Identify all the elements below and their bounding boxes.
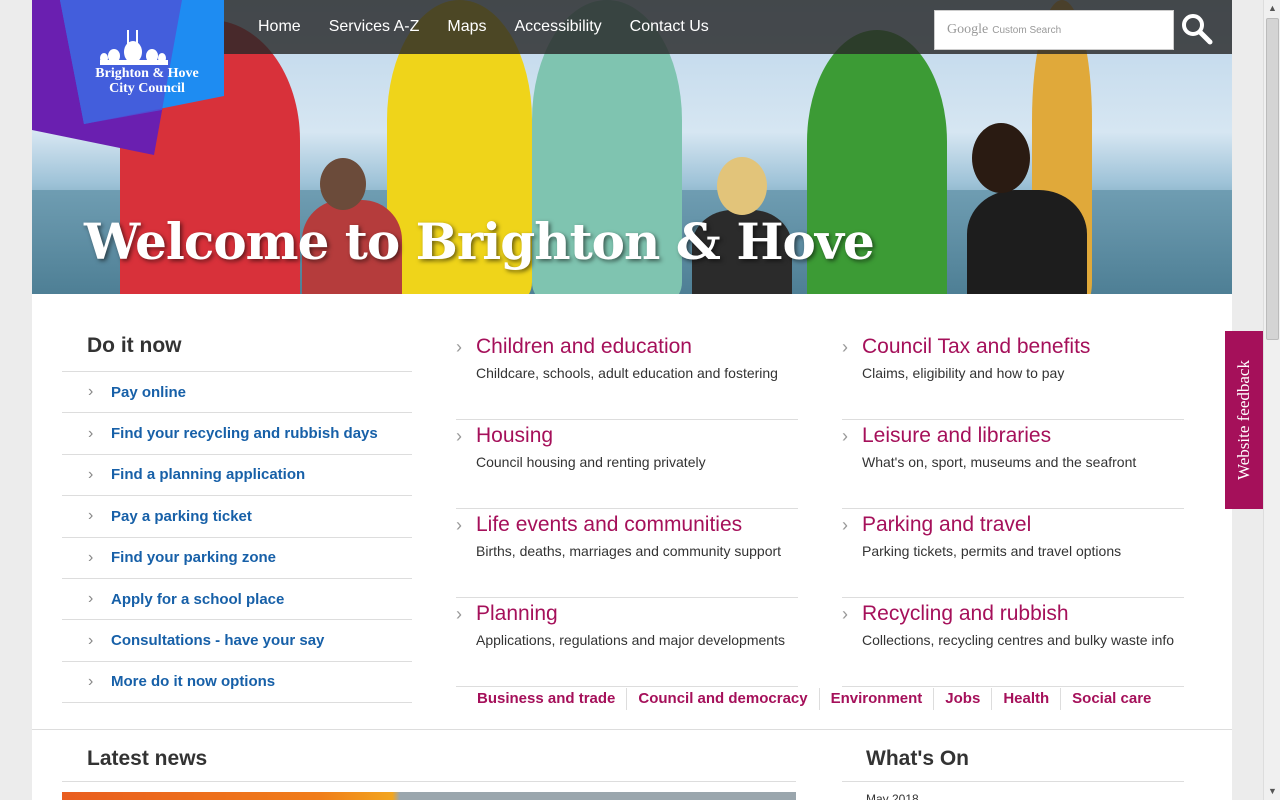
category-recycling-rubbish[interactable]: › Recycling and rubbish Collections, rec… bbox=[842, 598, 1184, 687]
category-housing[interactable]: › Housing Council housing and renting pr… bbox=[456, 420, 798, 509]
search-placeholder: Custom Search bbox=[992, 24, 1062, 36]
search-input[interactable]: Google Custom Search bbox=[934, 10, 1174, 50]
category-description: Collections, recycling centres and bulky… bbox=[862, 632, 1175, 648]
google-brand: Google bbox=[947, 22, 989, 37]
link-jobs[interactable]: Jobs bbox=[934, 688, 993, 710]
divider bbox=[842, 781, 1184, 782]
nav-services-a-z[interactable]: Services A-Z bbox=[329, 18, 420, 36]
scroll-up-arrow-icon[interactable]: ▲ bbox=[1264, 0, 1280, 17]
chevron-right-icon: › bbox=[842, 515, 848, 535]
category-title: Life events and communities bbox=[476, 513, 743, 536]
category-description: What's on, sport, museums and the seafro… bbox=[862, 454, 1137, 470]
chevron-right-icon: › bbox=[456, 426, 462, 446]
chevron-right-icon: › bbox=[88, 672, 94, 690]
list-item-label: Pay online bbox=[111, 383, 187, 401]
chevron-right-icon: › bbox=[88, 548, 94, 566]
divider bbox=[62, 781, 796, 782]
feedback-label: Website feedback bbox=[1234, 360, 1253, 480]
surfer-head bbox=[717, 157, 767, 215]
category-parking-travel[interactable]: › Parking and travel Parking tickets, pe… bbox=[842, 509, 1184, 598]
scrollbar-thumb[interactable] bbox=[1266, 18, 1279, 340]
logo-text: Brighton & Hove City Council bbox=[72, 66, 222, 96]
list-item[interactable]: › Find your recycling and rubbish days bbox=[62, 413, 412, 455]
chevron-right-icon: › bbox=[88, 383, 94, 401]
list-item-label: More do it now options bbox=[111, 673, 276, 691]
category-description: Childcare, schools, adult education and … bbox=[476, 365, 778, 381]
main-nav: Home Services A-Z Maps Accessibility Con… bbox=[258, 0, 737, 54]
surfer-head bbox=[972, 123, 1030, 193]
category-life-events[interactable]: › Life events and communities Births, de… bbox=[456, 509, 798, 598]
hero-title: Welcome to Brighton & Hove bbox=[84, 212, 875, 271]
list-item[interactable]: › Pay online bbox=[62, 372, 412, 414]
chevron-right-icon: › bbox=[456, 515, 462, 535]
list-item[interactable]: › More do it now options bbox=[62, 662, 412, 704]
category-description: Parking tickets, permits and travel opti… bbox=[862, 543, 1122, 559]
chevron-right-icon: › bbox=[88, 465, 94, 483]
scroll-down-arrow-icon[interactable]: ▼ bbox=[1264, 783, 1280, 800]
chevron-right-icon: › bbox=[842, 426, 848, 446]
chevron-right-icon: › bbox=[456, 337, 462, 357]
chevron-right-icon: › bbox=[456, 604, 462, 624]
category-description: Claims, eligibility and how to pay bbox=[862, 365, 1065, 381]
nav-accessibility[interactable]: Accessibility bbox=[515, 18, 602, 36]
logo-line-2: City Council bbox=[109, 81, 185, 96]
link-health[interactable]: Health bbox=[992, 688, 1062, 710]
category-title: Housing bbox=[476, 424, 554, 447]
list-item-label: Apply for a school place bbox=[111, 590, 285, 608]
category-leisure-libraries[interactable]: › Leisure and libraries What's on, sport… bbox=[842, 420, 1184, 509]
category-description: Applications, regulations and major deve… bbox=[476, 632, 785, 648]
logo-line-1: Brighton & Hove bbox=[95, 66, 199, 81]
category-title: Council Tax and benefits bbox=[862, 335, 1091, 358]
nav-home[interactable]: Home bbox=[258, 18, 301, 36]
section-divider bbox=[32, 729, 1232, 730]
category-planning[interactable]: › Planning Applications, regulations and… bbox=[456, 598, 798, 687]
surfer-figure bbox=[967, 190, 1087, 294]
chevron-right-icon: › bbox=[842, 337, 848, 357]
link-social-care[interactable]: Social care bbox=[1061, 688, 1162, 710]
category-title: Children and education bbox=[476, 335, 692, 358]
list-item-label: Pay a parking ticket bbox=[111, 507, 252, 525]
link-business-trade[interactable]: Business and trade bbox=[477, 688, 628, 710]
whats-on-date: May 2018 bbox=[866, 792, 919, 800]
category-description: Births, deaths, marriages and community … bbox=[476, 543, 782, 559]
category-title: Planning bbox=[476, 602, 558, 625]
category-title: Parking and travel bbox=[862, 513, 1032, 536]
link-council-democracy[interactable]: Council and democracy bbox=[627, 688, 820, 710]
surfer-head bbox=[320, 158, 366, 210]
chevron-right-icon: › bbox=[88, 631, 94, 649]
whats-on-heading: What's On bbox=[866, 747, 969, 770]
chevron-right-icon: › bbox=[842, 604, 848, 624]
list-item-label: Find your parking zone bbox=[111, 549, 277, 567]
do-it-now-list: › Pay online › Find your recycling and rub… bbox=[62, 371, 412, 704]
category-title: Recycling and rubbish bbox=[862, 602, 1069, 625]
chevron-right-icon: › bbox=[88, 424, 94, 442]
category-title: Leisure and libraries bbox=[862, 424, 1052, 447]
do-it-now-heading: Do it now bbox=[87, 334, 182, 357]
latest-news-heading: Latest news bbox=[87, 747, 208, 770]
list-item[interactable]: › Pay a parking ticket bbox=[62, 496, 412, 538]
hero-banner: Home Services A-Z Maps Accessibility Con… bbox=[32, 0, 1232, 294]
chevron-right-icon: › bbox=[88, 507, 94, 525]
news-image[interactable] bbox=[62, 792, 796, 800]
list-item[interactable]: › Consultations - have your say bbox=[62, 620, 412, 662]
chevron-right-icon: › bbox=[88, 590, 94, 608]
council-logo[interactable]: Brighton & Hove City Council bbox=[32, 0, 232, 160]
scrollbar[interactable]: ▲ ▼ bbox=[1263, 0, 1280, 800]
list-item-label: Consultations - have your say bbox=[111, 632, 325, 650]
category-description: Council housing and renting privately bbox=[476, 454, 706, 470]
list-item-label: Find a planning application bbox=[111, 466, 306, 484]
link-environment[interactable]: Environment bbox=[820, 688, 935, 710]
page: Home Services A-Z Maps Accessibility Con… bbox=[32, 0, 1232, 800]
website-feedback-tab[interactable]: Website feedback bbox=[1225, 331, 1263, 509]
quick-links: Business and trade Council and democracy… bbox=[477, 688, 1162, 710]
search-icon[interactable] bbox=[1180, 12, 1214, 46]
list-item[interactable]: › Find a planning application bbox=[62, 455, 412, 497]
category-council-tax[interactable]: › Council Tax and benefits Claims, eligi… bbox=[842, 331, 1184, 420]
list-item-label: Find your recycling and rubbish days bbox=[111, 425, 378, 443]
category-children-education[interactable]: › Children and education Childcare, scho… bbox=[456, 331, 798, 420]
list-item[interactable]: › Apply for a school place bbox=[62, 579, 412, 621]
list-item[interactable]: › Find your parking zone bbox=[62, 538, 412, 579]
nav-maps[interactable]: Maps bbox=[447, 18, 486, 36]
nav-contact-us[interactable]: Contact Us bbox=[630, 18, 709, 36]
